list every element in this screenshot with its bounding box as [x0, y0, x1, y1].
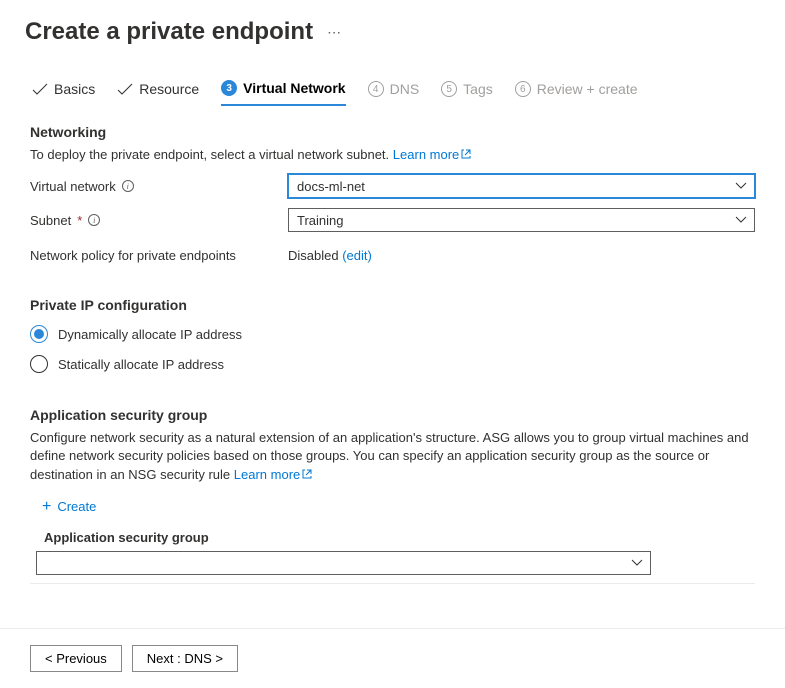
info-icon[interactable]: i — [122, 180, 134, 192]
tab-basics[interactable]: Basics — [32, 81, 95, 105]
subnet-value: Training — [297, 213, 343, 228]
edit-policy-link[interactable]: (edit) — [342, 248, 372, 263]
tab-virtual-network[interactable]: 3 Virtual Network — [221, 80, 345, 106]
asg-section: Application security group Configure net… — [30, 407, 755, 584]
radio-label: Statically allocate IP address — [58, 357, 224, 372]
required-asterisk: * — [77, 213, 82, 228]
separator — [30, 583, 755, 584]
check-icon — [117, 82, 133, 96]
section-title-asg: Application security group — [30, 407, 755, 423]
tab-resource[interactable]: Resource — [117, 81, 199, 105]
asg-select[interactable] — [36, 551, 651, 575]
create-asg-button[interactable]: + Create — [30, 498, 96, 516]
tab-label: Virtual Network — [243, 80, 345, 96]
radio-icon — [30, 325, 48, 343]
networking-section: Networking To deploy the private endpoin… — [30, 124, 755, 263]
network-policy-label: Network policy for private endpoints — [30, 248, 288, 263]
step-number-badge: 3 — [221, 80, 237, 96]
radio-icon — [30, 355, 48, 373]
subnet-select[interactable]: Training — [288, 208, 755, 232]
private-ip-section: Private IP configuration Dynamically all… — [30, 297, 755, 373]
radio-static-ip[interactable]: Statically allocate IP address — [30, 355, 755, 373]
asg-description: Configure network security as a natural … — [30, 429, 755, 484]
tab-label: Resource — [139, 81, 199, 97]
more-actions-icon[interactable]: ⋯ — [327, 24, 341, 41]
tab-tags[interactable]: 5 Tags — [441, 81, 493, 105]
chevron-down-icon — [735, 216, 747, 224]
external-link-icon — [461, 146, 471, 164]
section-title-private-ip: Private IP configuration — [30, 297, 755, 313]
section-title-networking: Networking — [30, 124, 755, 140]
next-button[interactable]: Next : DNS > — [132, 645, 238, 672]
learn-more-link[interactable]: Learn more — [393, 147, 471, 162]
vnet-value: docs-ml-net — [297, 179, 365, 194]
step-number-badge: 4 — [368, 81, 384, 97]
wizard-tabs: Basics Resource 3 Virtual Network 4 DNS … — [0, 50, 785, 106]
chevron-down-icon — [735, 182, 747, 190]
info-icon[interactable]: i — [88, 214, 100, 226]
check-icon — [32, 82, 48, 96]
tab-label: Tags — [463, 81, 493, 97]
vnet-label: Virtual network i — [30, 179, 288, 194]
vnet-select[interactable]: docs-ml-net — [288, 174, 755, 198]
tab-label: Review + create — [537, 81, 638, 97]
tab-review-create[interactable]: 6 Review + create — [515, 81, 638, 105]
subnet-label: Subnet * i — [30, 213, 288, 228]
previous-button[interactable]: < Previous — [30, 645, 122, 672]
plus-icon: + — [42, 498, 51, 516]
footer: < Previous Next : DNS > — [0, 628, 785, 688]
radio-dynamic-ip[interactable]: Dynamically allocate IP address — [30, 325, 755, 343]
radio-label: Dynamically allocate IP address — [58, 327, 242, 342]
chevron-down-icon — [631, 559, 643, 567]
learn-more-link[interactable]: Learn more — [234, 467, 312, 482]
tab-label: Basics — [54, 81, 95, 97]
tab-dns[interactable]: 4 DNS — [368, 81, 420, 105]
external-link-icon — [302, 466, 312, 484]
step-number-badge: 6 — [515, 81, 531, 97]
tab-label: DNS — [390, 81, 420, 97]
asg-column-header: Application security group — [30, 530, 755, 551]
step-number-badge: 5 — [441, 81, 457, 97]
page-title: Create a private endpoint — [25, 18, 313, 46]
network-policy-value: Disabled (edit) — [288, 248, 372, 263]
networking-description: To deploy the private endpoint, select a… — [30, 146, 755, 164]
